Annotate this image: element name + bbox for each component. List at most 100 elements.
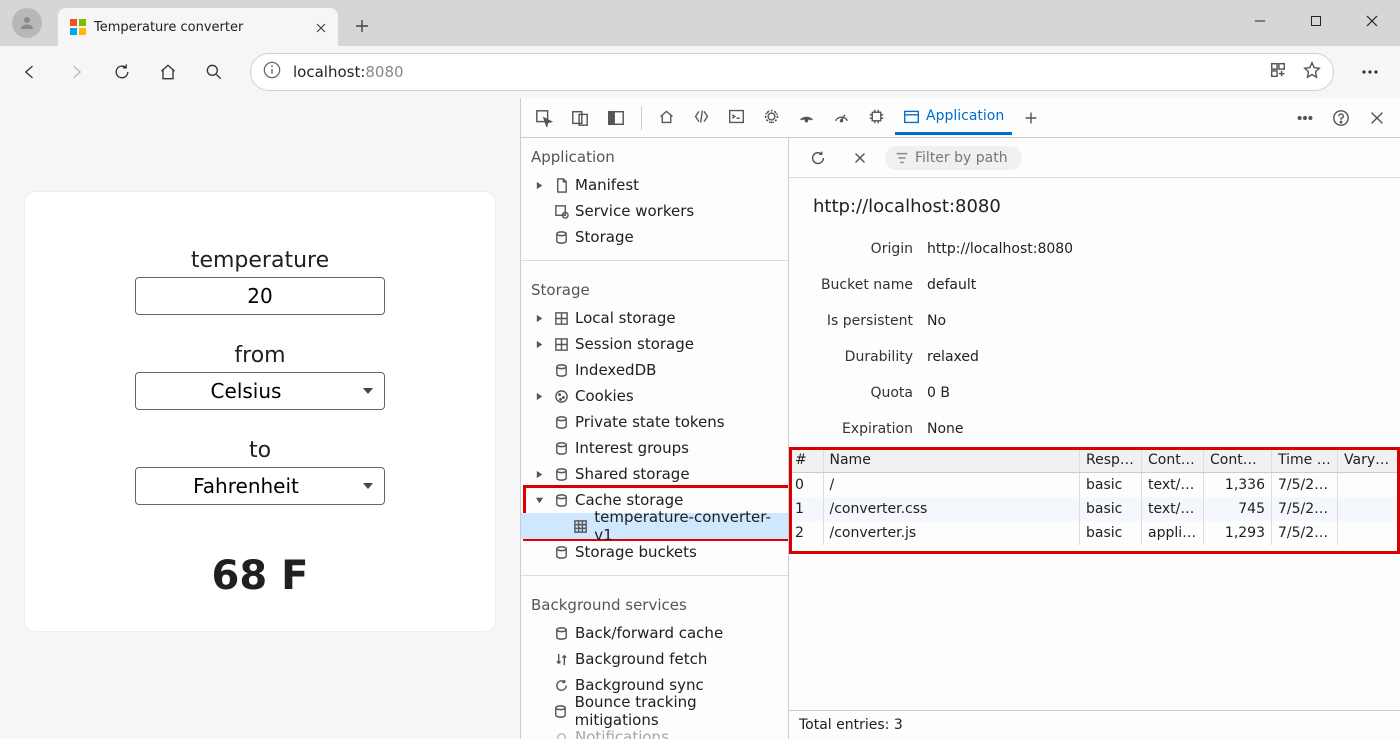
sync-icon xyxy=(553,677,569,693)
devtools-tabs: Application xyxy=(521,98,1400,138)
address-bar[interactable]: localhost:8080 xyxy=(250,53,1334,91)
section-storage: Storage xyxy=(521,271,788,305)
favicon-windows-icon xyxy=(70,19,86,35)
quota-value: 0 B xyxy=(927,385,950,401)
window-minimize-button[interactable] xyxy=(1232,0,1288,42)
to-label: to xyxy=(249,438,271,463)
database-icon xyxy=(553,414,569,430)
result-text: 68 F xyxy=(212,553,309,599)
home-button[interactable] xyxy=(148,52,188,92)
origin-value: http://localhost:8080 xyxy=(927,241,1073,257)
sidebar-item-indexeddb[interactable]: IndexedDB xyxy=(521,357,788,383)
sidebar-item-storage[interactable]: Storage xyxy=(521,224,788,250)
search-button[interactable] xyxy=(194,52,234,92)
sidebar-item-background-fetch[interactable]: Background fetch xyxy=(521,646,788,672)
tab-network[interactable] xyxy=(790,101,823,135)
dock-icon[interactable] xyxy=(599,101,633,135)
tab-application[interactable]: Application xyxy=(895,101,1012,135)
profile-button[interactable] xyxy=(12,8,42,38)
forward-button[interactable] xyxy=(56,52,96,92)
tab-memory[interactable] xyxy=(860,101,893,135)
application-sidebar[interactable]: Application Manifest Service workers Sto… xyxy=(521,138,789,739)
sidebar-item-service-workers[interactable]: Service workers xyxy=(521,198,788,224)
inspect-element-icon[interactable] xyxy=(527,101,561,135)
sidebar-item-manifest[interactable]: Manifest xyxy=(521,172,788,198)
sidebar-item-session-storage[interactable]: Session storage xyxy=(521,331,788,357)
url-text: localhost:8080 xyxy=(293,63,1257,81)
database-icon xyxy=(553,625,569,641)
sidebar-item-cache-instance[interactable]: temperature-converter-v1 xyxy=(521,513,788,539)
sidebar-item-bf-cache[interactable]: Back/forward cache xyxy=(521,620,788,646)
browser-toolbar: localhost:8080 xyxy=(0,46,1400,98)
sidebar-item-shared-storage[interactable]: Shared storage xyxy=(521,461,788,487)
extensions-icon[interactable] xyxy=(1269,61,1287,83)
browser-tab[interactable]: Temperature converter xyxy=(58,8,338,46)
sidebar-item-cookies[interactable]: Cookies xyxy=(521,383,788,409)
devtools-help-icon[interactable] xyxy=(1324,101,1358,135)
section-background-services: Background services xyxy=(521,586,788,620)
device-toggle-icon[interactable] xyxy=(563,101,597,135)
cache-footer: Total entries: 3 xyxy=(789,710,1400,739)
favorite-icon[interactable] xyxy=(1303,61,1321,83)
sidebar-item-notifications[interactable]: Notifications xyxy=(521,724,788,739)
durability-value: relaxed xyxy=(927,349,979,365)
database-icon xyxy=(553,703,569,719)
from-select[interactable]: Celsius xyxy=(135,372,385,410)
devtools-more-icon[interactable] xyxy=(1288,101,1322,135)
to-select[interactable]: Fahrenheit xyxy=(135,467,385,505)
refresh-cache-button[interactable] xyxy=(801,141,835,175)
tab-welcome[interactable] xyxy=(650,101,683,135)
back-button[interactable] xyxy=(10,52,50,92)
new-tab-button[interactable] xyxy=(344,8,380,44)
cache-heading: http://localhost:8080 xyxy=(789,178,1400,231)
cookie-icon xyxy=(553,388,569,404)
expiration-value: None xyxy=(927,421,964,437)
sidebar-item-private-state-tokens[interactable]: Private state tokens xyxy=(521,409,788,435)
sidebar-item-bounce-tracking[interactable]: Bounce tracking mitigations xyxy=(521,698,788,724)
converter-card: temperature from Celsius to Fahrenheit 6… xyxy=(25,192,495,631)
tab-close-button[interactable] xyxy=(316,18,326,37)
window-close-button[interactable] xyxy=(1344,0,1400,42)
database-icon xyxy=(553,362,569,378)
section-application: Application xyxy=(521,138,788,172)
database-icon xyxy=(553,492,569,508)
document-icon xyxy=(553,177,569,193)
window-controls xyxy=(1232,0,1400,42)
site-info-icon[interactable] xyxy=(263,61,281,83)
table-row[interactable]: 2/converter.jsbasicappli…1,2937/5/2… xyxy=(789,521,1400,545)
tab-performance[interactable] xyxy=(825,101,858,135)
database-icon xyxy=(553,544,569,560)
page-content: temperature from Celsius to Fahrenheit 6… xyxy=(0,98,520,739)
tab-console[interactable] xyxy=(720,101,753,135)
grid-icon xyxy=(553,310,569,326)
table-row[interactable]: 1/converter.cssbasictext/c…7457/5/2… xyxy=(789,497,1400,521)
tab-title: Temperature converter xyxy=(94,20,308,35)
devtools-close-icon[interactable] xyxy=(1360,101,1394,135)
table-header-row[interactable]: # Name Resp… Cont… Conte… Time … Vary … xyxy=(789,448,1400,473)
devtools-panel: Application Application Manifest Service… xyxy=(520,98,1400,739)
reload-button[interactable] xyxy=(102,52,142,92)
filter-input[interactable]: Filter by path xyxy=(885,146,1022,170)
browser-menu-button[interactable] xyxy=(1350,52,1390,92)
clear-cache-button[interactable] xyxy=(843,141,877,175)
more-tabs-button[interactable] xyxy=(1014,101,1048,135)
database-icon xyxy=(553,466,569,482)
temperature-label: temperature xyxy=(191,248,329,273)
grid-icon xyxy=(553,336,569,352)
sidebar-item-interest-groups[interactable]: Interest groups xyxy=(521,435,788,461)
temperature-input[interactable] xyxy=(135,277,385,315)
table-row[interactable]: 0/basictext/…1,3367/5/2… xyxy=(789,473,1400,498)
from-label: from xyxy=(234,343,285,368)
tab-elements[interactable] xyxy=(685,101,718,135)
window-maximize-button[interactable] xyxy=(1288,0,1344,42)
sidebar-item-local-storage[interactable]: Local storage xyxy=(521,305,788,331)
grid-icon xyxy=(573,518,588,534)
database-icon xyxy=(553,229,569,245)
titlebar: Temperature converter xyxy=(0,0,1400,46)
persistent-value: No xyxy=(927,313,946,329)
bell-icon xyxy=(553,729,569,739)
cache-table[interactable]: # Name Resp… Cont… Conte… Time … Vary … xyxy=(789,447,1400,710)
cache-detail-panel: Filter by path http://localhost:8080 Ori… xyxy=(789,138,1400,739)
sidebar-item-storage-buckets[interactable]: Storage buckets xyxy=(521,539,788,565)
tab-sources[interactable] xyxy=(755,101,788,135)
